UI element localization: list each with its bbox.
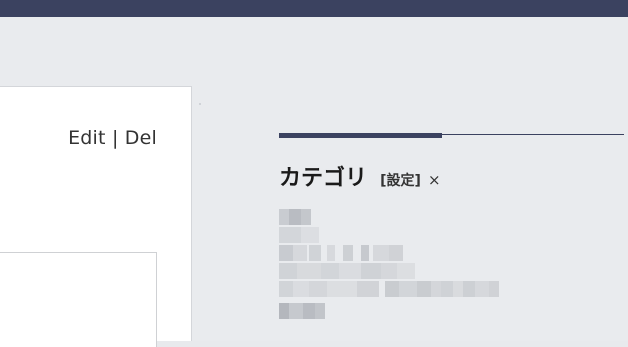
divider-accent-line: [279, 133, 442, 138]
widget-title: カテゴリ: [279, 166, 368, 191]
top-navigation-bar: [0, 0, 628, 17]
main-content-panel: Edit | Del: [0, 86, 192, 347]
content-box: [0, 252, 157, 347]
sidebar-category-widget: カテゴリ [設定] ×: [279, 133, 624, 319]
widget-settings-link[interactable]: [設定]: [380, 173, 421, 189]
category-list-blurred: [273, 209, 513, 339]
decorative-dot: [199, 103, 201, 105]
delete-link[interactable]: Del: [125, 127, 157, 149]
action-separator: |: [111, 127, 119, 149]
widget-divider: [279, 133, 624, 138]
widget-close-icon[interactable]: ×: [428, 171, 441, 189]
post-actions: Edit | Del: [68, 127, 157, 149]
widget-header: カテゴリ [設定] ×: [279, 160, 441, 192]
edit-link[interactable]: Edit: [68, 127, 106, 149]
